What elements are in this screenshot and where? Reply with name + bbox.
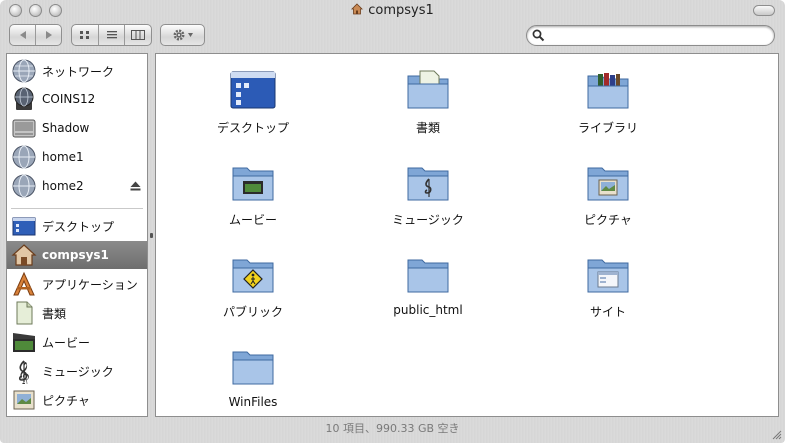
- sidebar-item-applications[interactable]: アプリケーション: [7, 270, 147, 298]
- documents-folder-icon: [407, 70, 449, 109]
- home-icon: [11, 244, 37, 266]
- file-item-library[interactable]: ライブラリ: [543, 58, 673, 138]
- search-field[interactable]: [526, 25, 775, 46]
- sites-folder-icon: [587, 259, 629, 293]
- title-bar[interactable]: compsys1: [0, 0, 785, 22]
- home-icon: [351, 3, 364, 15]
- file-item-label: デスクトップ: [216, 121, 289, 135]
- network-globe-icon: [12, 145, 36, 169]
- public-folder-icon: [232, 259, 274, 293]
- sidebar-item-movies[interactable]: ムービー: [7, 328, 147, 356]
- file-item-public-html[interactable]: public_html: [363, 242, 493, 322]
- file-item-movies[interactable]: ムービー: [188, 150, 318, 230]
- icon-view-icon: [79, 31, 89, 39]
- folder-icon: [232, 351, 274, 385]
- window-title: compsys1: [0, 3, 785, 18]
- sidebar-item-label: ムービー: [42, 335, 91, 350]
- sidebar-item-label: ミュージック: [42, 364, 114, 379]
- network-globe-icon: [12, 59, 36, 83]
- nav-buttons: [9, 24, 62, 46]
- list-view-icon: [106, 31, 117, 39]
- sidebar-item-label: COINS12: [42, 92, 96, 106]
- sidebar-item-desktop[interactable]: デスクトップ: [7, 212, 147, 240]
- sidebar-item-label: アプリケーション: [42, 277, 138, 292]
- file-item-label: ムービー: [228, 213, 277, 227]
- file-item-public[interactable]: パブリック: [188, 242, 318, 322]
- resize-grip-icon[interactable]: [770, 428, 782, 440]
- toolbar-toggle-button[interactable]: [753, 5, 775, 16]
- library-folder-icon: [587, 73, 629, 109]
- status-bar: 10 項目、990.33 GB 空き: [325, 422, 460, 435]
- search-input[interactable]: [549, 27, 768, 45]
- file-item-label: パブリック: [222, 305, 283, 319]
- column-view-button[interactable]: [124, 25, 151, 45]
- music-icon: 𝄞: [18, 360, 30, 384]
- sidebar-item-label: home2: [42, 179, 84, 193]
- folder-icon: [407, 259, 449, 293]
- file-item-label: ライブラリ: [577, 121, 638, 135]
- desktop-icon: [12, 217, 36, 236]
- pictures-folder-icon: [587, 167, 629, 201]
- action-menu-button[interactable]: [160, 24, 205, 46]
- server-icon: [14, 87, 34, 110]
- sidebar-item-label: デスクトップ: [42, 219, 115, 234]
- back-arrow-icon: [19, 31, 26, 39]
- file-item-pictures[interactable]: ピクチャ: [543, 150, 673, 230]
- forward-button[interactable]: [35, 25, 61, 45]
- window-title-text: compsys1: [368, 3, 434, 18]
- file-item-sites[interactable]: サイト: [543, 242, 673, 322]
- list-view-button[interactable]: [97, 25, 125, 45]
- documents-icon: [16, 301, 33, 325]
- forward-arrow-icon: [45, 31, 52, 39]
- sidebar-item-compsys1[interactable]: compsys1: [7, 241, 147, 269]
- sidebar-item-network[interactable]: ネットワーク: [7, 57, 147, 85]
- file-item-desktop[interactable]: デスクトップ: [188, 58, 318, 138]
- pictures-icon: [13, 390, 35, 410]
- file-item-label: 書類: [415, 121, 440, 135]
- file-item-label: ミュージック: [392, 213, 464, 227]
- desktop-folder-icon: [230, 71, 276, 109]
- applications-icon: [13, 271, 35, 296]
- sidebar-item-shadow[interactable]: Shadow: [7, 114, 147, 142]
- sidebar-item-label: 書類: [42, 306, 67, 321]
- sidebar-item-home2[interactable]: home2: [7, 172, 147, 200]
- sidebar-item-label: ネットワーク: [42, 64, 115, 79]
- eject-icon[interactable]: [130, 181, 141, 191]
- sidebar-item-home1[interactable]: home1: [7, 143, 147, 171]
- movies-icon: [13, 333, 35, 352]
- finder-window: compsys1 ネットワーク COINS12 Shadow home1 hom…: [0, 0, 785, 443]
- network-globe-icon: [12, 174, 36, 198]
- icon-view-button[interactable]: [72, 25, 98, 45]
- music-folder-icon: [407, 167, 449, 201]
- file-item-label: ピクチャ: [584, 213, 632, 227]
- file-item-label: WinFiles: [228, 395, 278, 409]
- column-view-icon: [131, 30, 146, 40]
- file-item-music[interactable]: ミュージック: [363, 150, 493, 230]
- sidebar-divider: [11, 208, 143, 209]
- sidebar-item-label: ピクチャ: [42, 393, 90, 408]
- file-item-label: public_html: [393, 303, 463, 317]
- file-icon-view: デスクトップ 書類 ライブラリ ムービー ミュージック ピクチャ パブリック p…: [155, 53, 779, 417]
- gear-icon: [173, 29, 193, 41]
- file-item-label: サイト: [589, 305, 626, 319]
- sidebar: ネットワーク COINS12 Shadow home1 home2 デスクトップ…: [6, 53, 148, 417]
- sidebar-item-label: Shadow: [42, 121, 90, 135]
- sidebar-item-coins12[interactable]: COINS12: [7, 85, 147, 113]
- file-item-winfiles[interactable]: WinFiles: [188, 334, 318, 414]
- file-item-documents[interactable]: 書類: [363, 58, 493, 138]
- back-button[interactable]: [10, 25, 35, 45]
- sidebar-item-label: compsys1: [42, 248, 109, 262]
- sidebar-item-pictures[interactable]: ピクチャ: [7, 386, 147, 414]
- sidebar-item-label: home1: [42, 150, 84, 164]
- search-icon: [532, 29, 545, 42]
- sidebar-item-documents[interactable]: 書類: [7, 299, 147, 327]
- hard-drive-icon: [12, 119, 36, 138]
- view-mode-buttons: [71, 24, 152, 46]
- sidebar-item-music[interactable]: 𝄞 ミュージック: [7, 357, 147, 385]
- movies-folder-icon: [232, 167, 274, 201]
